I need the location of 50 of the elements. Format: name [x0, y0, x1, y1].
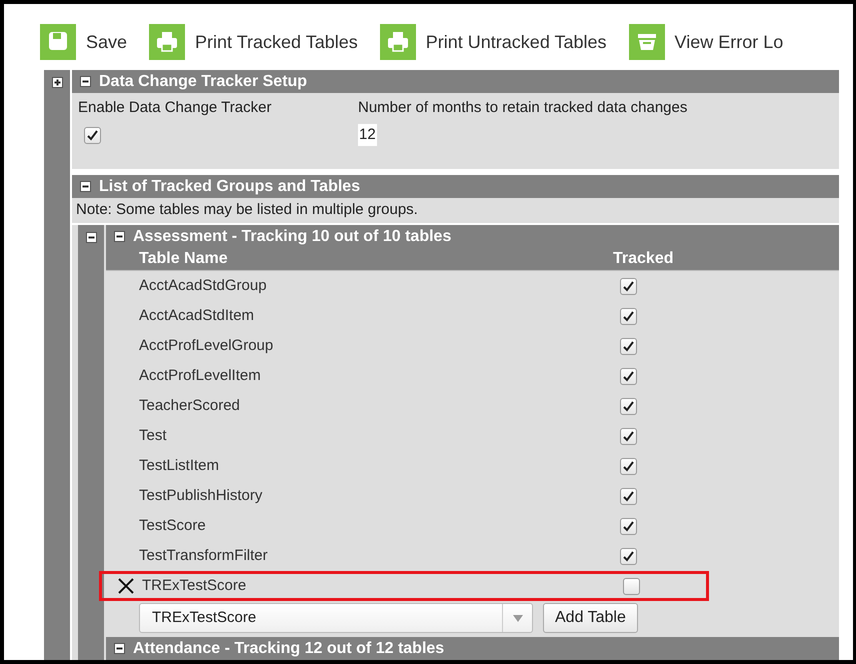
section-title: Attendance - Tracking 12 out of 12 tables	[133, 638, 444, 658]
table-name: AcctAcadStdGroup	[139, 276, 268, 296]
remove-icon[interactable]	[116, 577, 134, 595]
collapse-icon[interactable]	[80, 181, 91, 192]
checkbox[interactable]	[620, 458, 637, 474]
printer-icon	[149, 24, 186, 60]
checkbox[interactable]	[620, 518, 637, 534]
table-name: AcctProfLevelItem	[139, 366, 262, 386]
checkbox[interactable]	[623, 578, 640, 594]
section-title: Assessment - Tracking 10 out of 10 tables	[133, 226, 452, 246]
printer-icon	[380, 24, 416, 60]
collapse-icon[interactable]	[80, 76, 91, 87]
table-name: TestPublishHistory	[139, 486, 264, 506]
checkbox[interactable]	[620, 368, 637, 384]
months-field[interactable]: 12	[358, 124, 377, 146]
note-text: Note: Some tables may be listed in multiple groups.	[76, 200, 418, 220]
tray-icon	[628, 24, 665, 60]
toolbar-button[interactable]: Save	[40, 24, 128, 60]
checkbox[interactable]	[620, 338, 637, 354]
toolbar-button[interactable]: Print Untracked Tables	[380, 24, 607, 60]
section-title: Data Change Tracker Setup	[99, 72, 308, 92]
table-name: TestListItem	[139, 456, 220, 476]
toolbar-button[interactable]: Print Tracked Tables	[149, 24, 358, 60]
checkbox[interactable]	[620, 278, 637, 294]
table-name: TestTransformFilter	[139, 546, 269, 566]
checkbox[interactable]	[620, 548, 637, 564]
field-label: Number of months to retain tracked data changes	[358, 98, 688, 118]
table-name: TRExTestScore	[142, 576, 248, 596]
column-header: Table Name	[139, 249, 229, 269]
collapse-icon[interactable]	[114, 231, 125, 242]
checkbox[interactable]	[620, 488, 637, 504]
add-table-button[interactable]: Add Table	[543, 603, 638, 633]
table-name: TestScore	[139, 516, 207, 536]
checkbox[interactable]	[620, 308, 637, 324]
collapse-icon[interactable]	[114, 643, 125, 654]
table-name: Test	[139, 426, 168, 446]
column-header: Tracked	[613, 249, 674, 269]
caret-icon	[512, 614, 522, 622]
checkbox[interactable]	[84, 126, 101, 144]
collapse-icon[interactable]	[86, 232, 96, 243]
toolbar-button[interactable]: View Error Lo	[628, 24, 784, 60]
field-label: Enable Data Change Tracker	[78, 98, 272, 118]
table-name: AcctProfLevelGroup	[139, 336, 274, 356]
table-name: TeacherScored	[139, 396, 241, 416]
expand-icon[interactable]	[52, 77, 62, 88]
checkbox[interactable]	[620, 428, 637, 444]
section-title: List of Tracked Groups and Tables	[99, 176, 360, 196]
checkbox[interactable]	[620, 398, 637, 414]
table-name: AcctAcadStdItem	[139, 306, 256, 326]
table-select[interactable]: TRExTestScore	[139, 603, 533, 633]
